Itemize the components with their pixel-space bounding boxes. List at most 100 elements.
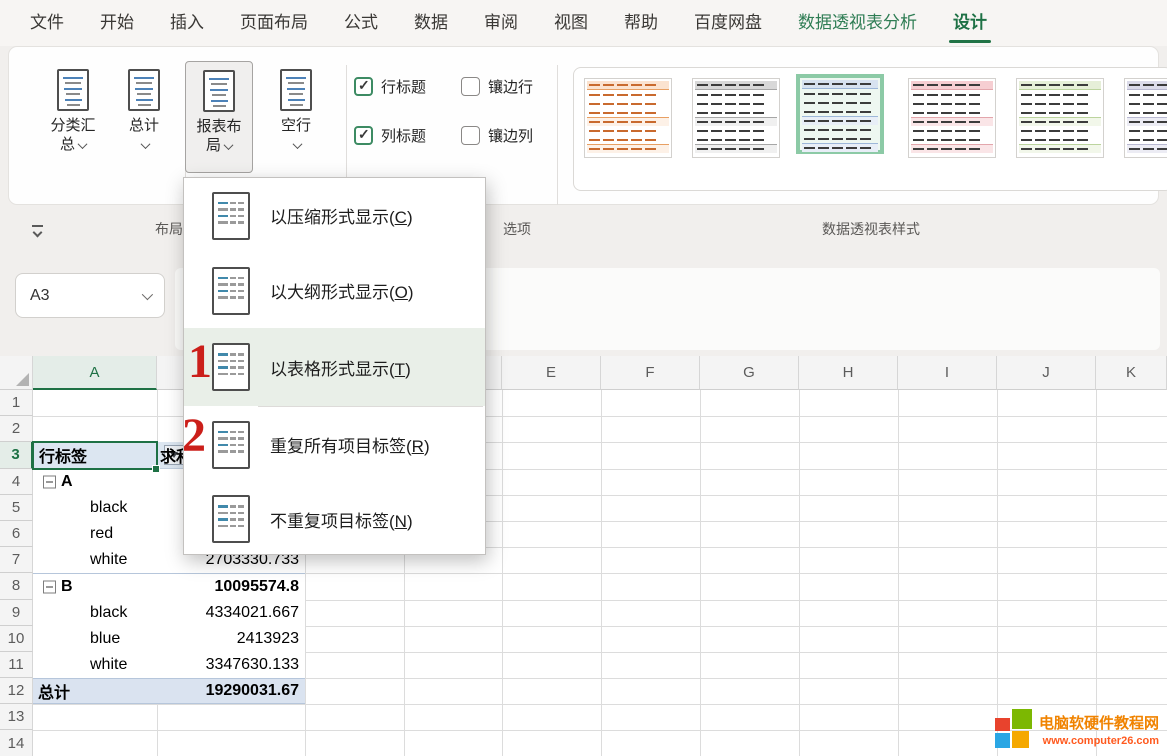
style-thumb-row (911, 90, 993, 99)
watermark: 电脑软硬件教程网 www.computer26.com (993, 708, 1159, 750)
column-header-F[interactable]: F (601, 356, 700, 390)
collapse-button[interactable] (43, 580, 56, 593)
tab-文件[interactable]: 文件 (12, 0, 82, 46)
checkbox-icon (354, 77, 373, 96)
style-thumb-row (911, 99, 993, 108)
banded-columns-checkbox[interactable]: 镶边列 (461, 124, 533, 146)
row-header-12[interactable]: 12 (0, 678, 33, 704)
pivot-row-value: 3347630.133 (206, 656, 299, 674)
pivot-style-light-blue[interactable] (796, 74, 884, 154)
column-header-A[interactable]: A (33, 356, 157, 390)
pivot-row-label: B (61, 578, 73, 596)
access-key: T (395, 360, 405, 379)
row-header-10[interactable]: 10 (0, 626, 33, 652)
column-header-E[interactable]: E (502, 356, 601, 390)
tab-插入[interactable]: 插入 (152, 0, 222, 46)
pivot-style-pink[interactable] (908, 78, 996, 158)
menu-item-outline-form[interactable]: 以大纲形式显示(O) (184, 253, 485, 328)
pivot-row-label: 总计 (38, 679, 70, 703)
select-all-triangle-icon (16, 373, 29, 386)
style-thumb-row (695, 108, 777, 117)
row-headers-checkbox[interactable]: 行标题 (354, 75, 426, 97)
pivot-row-black[interactable]: black4334021.667 (33, 600, 305, 626)
subtotals-icon (57, 69, 89, 111)
column-header-J[interactable]: J (997, 356, 1096, 390)
style-thumb-row (587, 81, 669, 90)
watermark-text: 电脑软硬件教程网 www.computer26.com (1039, 712, 1159, 747)
watermark-logo-icon (993, 708, 1033, 750)
menu-item-compact-form[interactable]: 以压缩形式显示(C) (184, 178, 485, 253)
pivot-row-label: white (90, 656, 127, 674)
style-thumb-row (1019, 117, 1101, 126)
tab-视图[interactable]: 视图 (536, 0, 606, 46)
checkbox-icon (461, 126, 480, 145)
tab-数据透视表分析[interactable]: 数据透视表分析 (780, 0, 935, 46)
tab-开始[interactable]: 开始 (82, 0, 152, 46)
column-header-H[interactable]: H (799, 356, 898, 390)
tab-审阅[interactable]: 审阅 (466, 0, 536, 46)
row-header-8[interactable]: 8 (0, 573, 33, 599)
tab-公式[interactable]: 公式 (326, 0, 396, 46)
subtotals-button[interactable]: 分类汇 总 (39, 61, 107, 173)
menu-item-do-not-repeat-item-labels[interactable]: 不重复项目标签(N) (184, 482, 485, 556)
pivot-style-lavender[interactable] (1124, 78, 1167, 158)
row-header-3[interactable]: 3 (0, 442, 33, 468)
pivot-row-label: white (90, 551, 127, 569)
row-header-5[interactable]: 5 (0, 495, 33, 521)
row-header-9[interactable]: 9 (0, 600, 33, 626)
tab-设计[interactable]: 设计 (935, 0, 1005, 46)
report-layout-label: 报表布 局 (196, 117, 241, 155)
row-header-1[interactable]: 1 (0, 390, 33, 416)
pivot-row-label: black (90, 604, 127, 622)
tab-百度网盘[interactable]: 百度网盘 (676, 0, 780, 46)
row-header-13[interactable]: 13 (0, 704, 33, 730)
styles-group-label: 数据透视表样式 (709, 219, 1033, 239)
column-header-G[interactable]: G (700, 356, 799, 390)
fill-handle[interactable] (152, 465, 160, 473)
name-box[interactable]: A3 (15, 273, 165, 318)
column-header-K[interactable]: K (1096, 356, 1167, 390)
access-key: R (412, 437, 424, 456)
menu-item-repeat-item-labels[interactable]: 重复所有项目标签(R) (184, 407, 485, 482)
column-headers-checkbox[interactable]: 列标题 (354, 124, 426, 146)
style-thumb-row (695, 99, 777, 108)
checkbox-icon (354, 126, 373, 145)
banded-rows-checkbox[interactable]: 镶边行 (461, 75, 533, 97)
row-header-14[interactable]: 14 (0, 730, 33, 756)
watermark-url: www.computer26.com (1039, 735, 1159, 747)
style-thumb-row (911, 108, 993, 117)
pivot-style-light-green[interactable] (1016, 78, 1104, 158)
pivot-row-B[interactable]: B10095574.8 (33, 573, 305, 599)
pivot-style-gray[interactable] (692, 78, 780, 158)
column-header-I[interactable]: I (898, 356, 997, 390)
chevron-down-icon (293, 139, 303, 149)
logo-square-blue (995, 733, 1010, 748)
row-header-11[interactable]: 11 (0, 652, 33, 678)
style-thumb-row (695, 144, 777, 153)
select-all-corner[interactable] (0, 356, 33, 390)
tab-页面布局[interactable]: 页面布局 (222, 0, 326, 46)
style-thumb-row (911, 126, 993, 135)
pivot-style-orange[interactable] (584, 78, 672, 158)
row-header-2[interactable]: 2 (0, 416, 33, 442)
collapse-button[interactable] (43, 475, 56, 488)
grand-totals-label: 总计 (129, 116, 159, 154)
grand-totals-button[interactable]: 总计 (110, 61, 178, 173)
menu-item-tabular-form[interactable]: 以表格形式显示(T) (184, 328, 485, 406)
menu-item-label: 重复所有项目标签(R) (270, 432, 430, 457)
tab-帮助[interactable]: 帮助 (606, 0, 676, 46)
pivot-row-label: blue (90, 630, 120, 648)
name-box-value: A3 (30, 287, 142, 305)
pivot-row-总计[interactable]: 总计19290031.67 (33, 678, 305, 704)
row-header-7[interactable]: 7 (0, 547, 33, 573)
style-thumb-row (695, 135, 777, 144)
pivot-row-blue[interactable]: blue2413923 (33, 626, 305, 652)
report-layout-button[interactable]: 报表布 局 (185, 61, 253, 173)
row-header-4[interactable]: 4 (0, 469, 33, 495)
blank-rows-button[interactable]: 空行 (262, 61, 330, 173)
grand-totals-icon (128, 69, 160, 111)
pivot-row-white[interactable]: white 3347630.133 (33, 652, 305, 678)
style-thumb-row (1127, 81, 1167, 90)
tab-数据[interactable]: 数据 (396, 0, 466, 46)
row-header-6[interactable]: 6 (0, 521, 33, 547)
